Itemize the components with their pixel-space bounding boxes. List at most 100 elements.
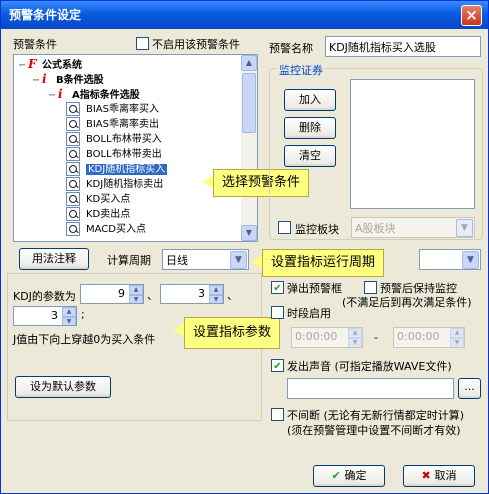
wave-file-input[interactable] <box>287 378 454 399</box>
cross-icon: ✖ <box>421 469 435 482</box>
tree-scrollbar[interactable]: ▲ ▼ <box>241 55 257 241</box>
conditions-label: 预警条件 <box>13 38 57 51</box>
time-separator: - <box>374 331 378 344</box>
tree-item-label: BOLL布林带卖出 <box>86 149 162 160</box>
scroll-down-button[interactable]: ▼ <box>241 225 257 241</box>
tree-item[interactable]: BOLL布林带买入 <box>66 132 162 147</box>
tree-expander-icon[interactable]: − <box>48 88 58 103</box>
magnifier-icon <box>66 162 80 176</box>
indicator-icon: i <box>42 72 47 86</box>
alert-name-label: 预警名称 <box>269 42 313 55</box>
param-3-input[interactable]: 3 ▲ ▼ <box>13 306 77 326</box>
monitor-securities-title: 监控证券 <box>277 62 325 78</box>
magnifier-icon <box>66 117 80 131</box>
disable-condition-checkbox[interactable] <box>136 37 149 50</box>
time-end-value: 0:00:00 <box>397 330 440 343</box>
keep-monitoring-checkbox[interactable] <box>364 281 377 294</box>
alert-condition-dialog: 预警条件设定 × 预警条件 不启用该预警条件 − F 公式系统 − i B条件选股 − i A指… <box>0 0 489 494</box>
alert-name-input[interactable]: KDJ随机指标买入选股 <box>325 36 481 57</box>
tree-item[interactable]: KD卖出点 <box>66 207 130 222</box>
tree-item-label: KD卖出点 <box>86 209 131 220</box>
scroll-thumb[interactable] <box>242 73 256 133</box>
chevron-down-icon[interactable]: ▼ <box>456 219 473 237</box>
period-enable-checkbox[interactable] <box>271 306 284 319</box>
time-start-spinner[interactable]: ▲ ▼ <box>348 328 362 347</box>
ok-button-label: 确定 <box>344 469 367 482</box>
magnifier-icon <box>66 177 80 191</box>
tree-expander-icon[interactable]: − <box>32 73 42 88</box>
tree-item-label: B条件选股 <box>56 75 104 86</box>
period-value: 日线 <box>166 254 188 267</box>
param-3-value: 3 <box>51 309 58 322</box>
close-button[interactable]: × <box>461 5 482 26</box>
tree-item[interactable]: − i A指标条件选股 <box>48 87 140 102</box>
period-combo-tail[interactable]: ▼ <box>419 249 481 270</box>
formula-icon: F <box>28 57 37 71</box>
callout-set-period: 设置指标运行周期 <box>262 249 385 277</box>
param-3-spinner[interactable]: ▲ ▼ <box>62 307 76 325</box>
callout-set-params: 设置指标参数 <box>184 317 281 349</box>
nonstop-note: (须在预警管理中设置不间断才有效) <box>287 424 461 437</box>
nonstop-checkbox[interactable] <box>271 408 284 421</box>
popup-alert-checkbox[interactable] <box>271 281 284 294</box>
magnifier-icon <box>66 147 80 161</box>
nonstop-label: 不间断 (无论有无新行情都定时计算) <box>287 409 465 422</box>
tree-item[interactable]: KDJ随机指标卖出 <box>66 177 163 192</box>
period-enable-label: 时段启用 <box>287 307 331 320</box>
usage-notes-button[interactable]: 用法注释 <box>19 248 89 270</box>
scroll-up-button[interactable]: ▲ <box>241 55 257 71</box>
tree-item-label: 公式系统 <box>42 60 82 71</box>
delete-button[interactable]: 删除 <box>284 117 336 139</box>
tree-item[interactable]: − F 公式系统 <box>18 57 82 72</box>
set-default-params-button[interactable]: 设为默认参数 <box>15 376 111 398</box>
disable-condition-label: 不启用该预警条件 <box>152 38 240 51</box>
keep-monitoring-note: (不满足后到再次满足条件) <box>342 296 472 309</box>
tree-item[interactable]: BIAS乖离率卖出 <box>66 117 159 132</box>
condition-tree[interactable]: − F 公式系统 − i B条件选股 − i A指标条件选股 BIAS乖离率买入 BIAS乖离率卖出… <box>13 54 258 242</box>
title-bar: 预警条件设定 <box>1 1 488 29</box>
param-2-input[interactable]: 3 ▲ ▼ <box>160 284 224 304</box>
time-end-spinner[interactable]: ▲ ▼ <box>450 328 464 347</box>
param-separator: 、 <box>227 289 238 302</box>
tree-item[interactable]: KD买入点 <box>66 192 130 207</box>
add-button[interactable]: 加入 <box>284 89 336 111</box>
magnifier-icon <box>66 207 80 221</box>
sound-checkbox[interactable] <box>271 359 284 372</box>
clear-button[interactable]: 清空 <box>284 145 336 167</box>
time-end-input[interactable]: 0:00:00 ▲ ▼ <box>393 327 465 348</box>
browse-button[interactable]: ... <box>458 378 481 399</box>
tree-item-label: MACD买入点 <box>86 224 146 235</box>
tree-item[interactable]: BIAS乖离率买入 <box>66 102 159 117</box>
board-select[interactable]: A股板块 ▼ <box>351 217 475 238</box>
chevron-down-icon[interactable]: ▼ <box>462 251 479 269</box>
tree-expander-icon[interactable]: − <box>18 58 28 73</box>
period-select[interactable]: 日线 ▼ <box>162 249 249 270</box>
param-2-value: 3 <box>198 287 205 300</box>
param-1-spinner[interactable]: ▲ ▼ <box>129 285 143 303</box>
tree-item-label: A指标条件选股 <box>72 90 140 101</box>
magnifier-icon <box>66 102 80 116</box>
magnifier-icon <box>66 222 80 236</box>
param-2-spinner[interactable]: ▲ ▼ <box>209 285 223 303</box>
check-icon: ✔ <box>331 469 345 482</box>
tree-item[interactable]: MACD买入点 <box>66 222 146 237</box>
tree-item[interactable]: KDJ随机指标买入 <box>66 162 168 177</box>
param-1-value: 9 <box>118 287 125 300</box>
time-start-input[interactable]: 0:00:00 ▲ ▼ <box>291 327 363 348</box>
board-value: A股板块 <box>355 222 396 235</box>
popup-alert-label: 弹出预警框 <box>287 282 342 295</box>
alert-name-value: KDJ随机指标买入选股 <box>329 41 436 54</box>
monitor-board-label: 监控板块 <box>295 223 339 236</box>
ok-button[interactable]: ✔ 确定 <box>313 465 385 487</box>
param-separator: 、 <box>147 289 158 302</box>
tree-item-label: KDJ随机指标卖出 <box>86 179 164 190</box>
tree-item-label: KD买入点 <box>86 194 131 205</box>
chevron-down-icon[interactable]: ▼ <box>230 251 247 269</box>
monitor-board-checkbox[interactable] <box>278 221 291 234</box>
securities-list[interactable] <box>350 79 475 209</box>
magnifier-icon <box>66 192 80 206</box>
cancel-button[interactable]: ✖ 取消 <box>403 465 475 487</box>
param-1-input[interactable]: 9 ▲ ▼ <box>80 284 144 304</box>
tree-item[interactable]: BOLL布林带卖出 <box>66 147 162 162</box>
tree-item[interactable]: − i B条件选股 <box>32 72 104 87</box>
